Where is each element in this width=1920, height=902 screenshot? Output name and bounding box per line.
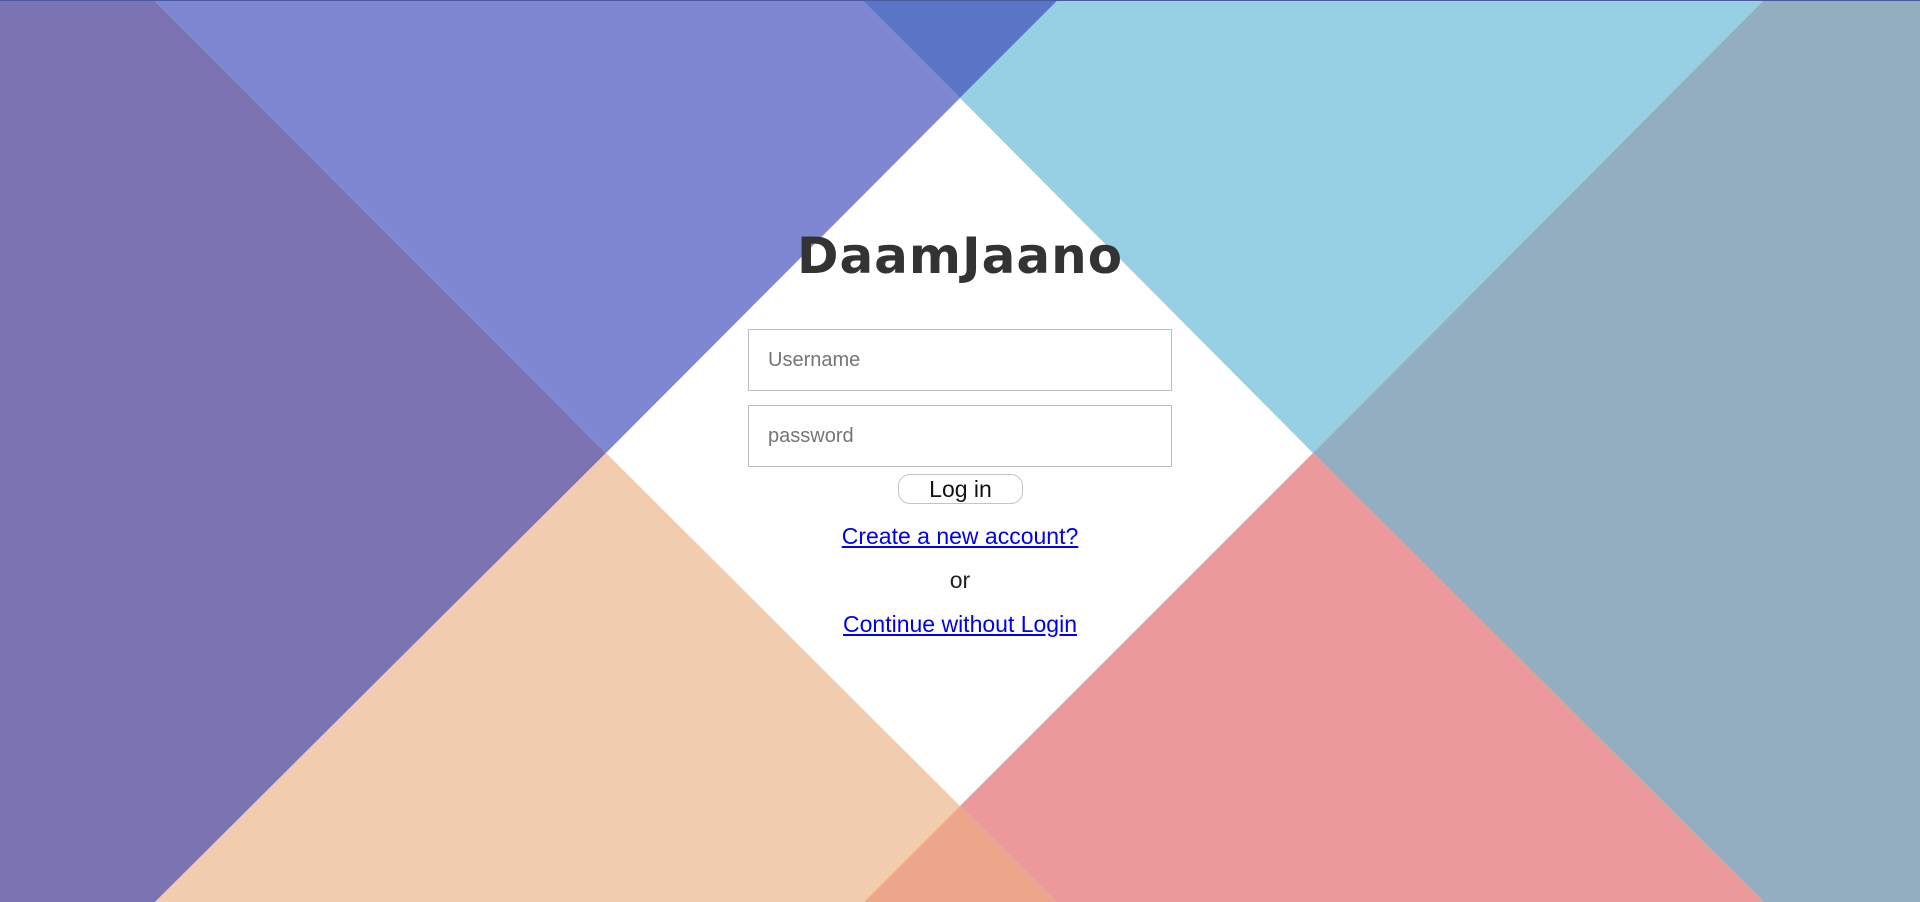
username-input[interactable] [748,329,1172,391]
create-account-link[interactable]: Create a new account? [748,522,1172,550]
or-separator: or [949,567,971,593]
continue-without-login-link[interactable]: Continue without Login [748,610,1172,638]
login-panel: DaamJaano Log in Create a new account? o… [748,226,1172,646]
password-input[interactable] [748,405,1172,467]
top-border [0,0,1920,1]
login-button[interactable]: Log in [898,474,1023,504]
app-title: DaamJaano [796,227,1124,285]
